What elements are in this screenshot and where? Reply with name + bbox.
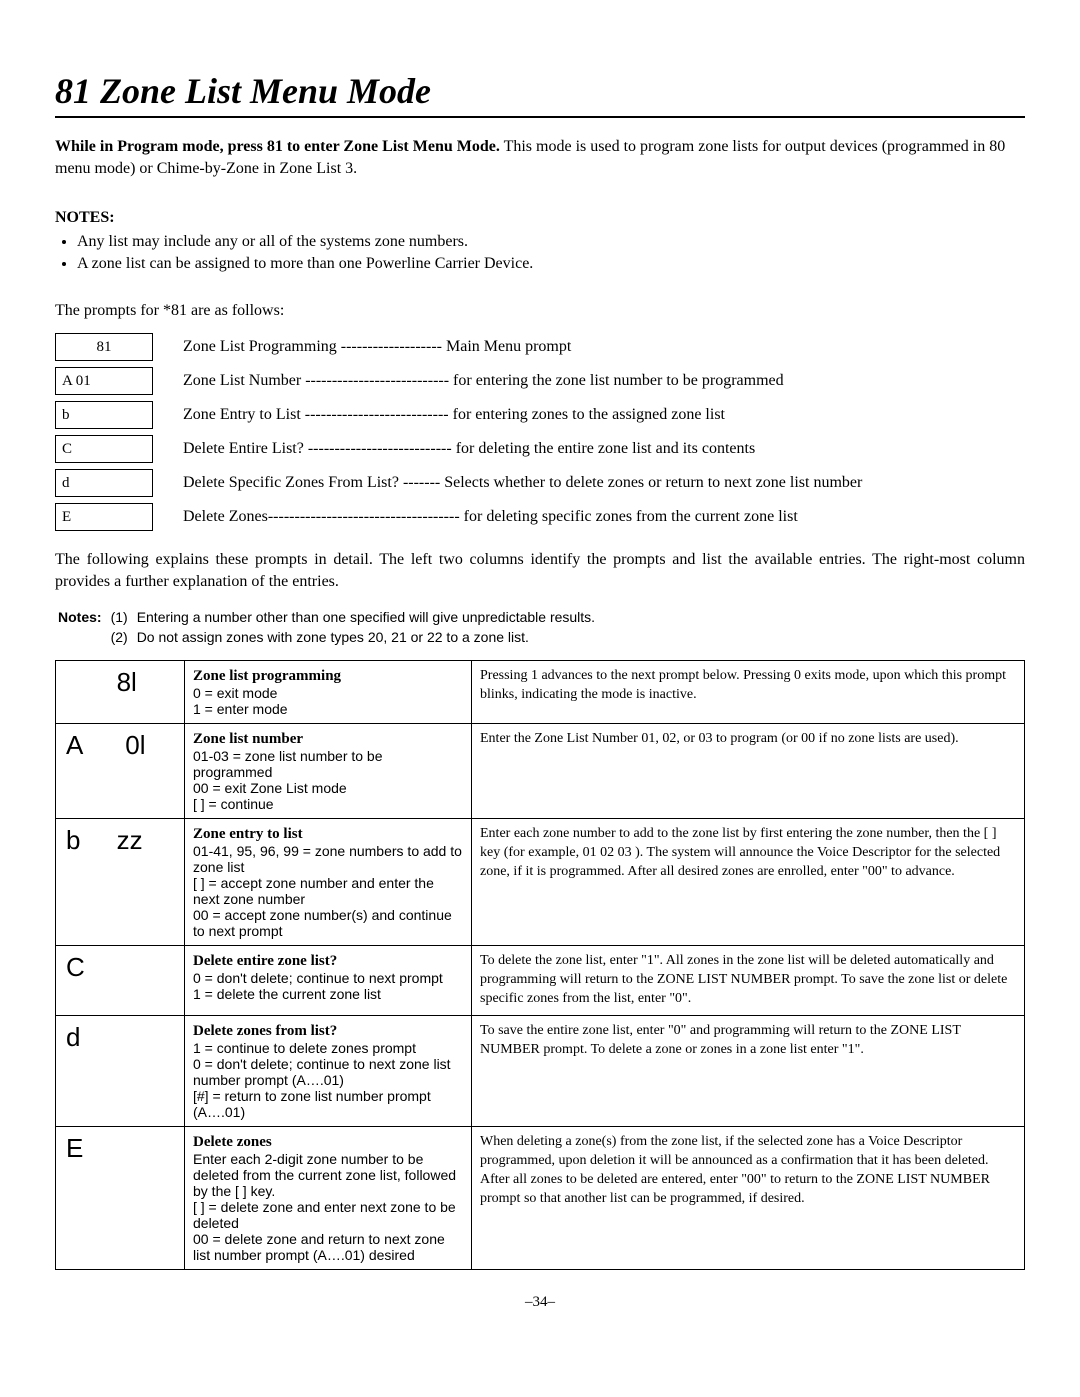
display-cell: A 0l [56,724,185,819]
entries-heading: Zone list number [193,731,303,747]
prompt-summary-table: 81 Zone List Programming ---------------… [55,327,1025,537]
subnotes-block: Notes: (1) Entering a number other than … [55,606,603,648]
entries-line: 0 = exit mode [193,685,277,701]
entries-line: 1 = continue to delete zones prompt [193,1040,416,1056]
entries-heading: Delete zones from list? [193,1023,337,1039]
table-row: b zz Zone entry to list 01-41, 95, 96, 9… [56,819,1025,946]
subnote-text: Do not assign zones with zone types 20, … [136,628,601,646]
page-title: 81 Zone List Menu Mode [55,70,1025,112]
prompt-code: C [55,435,153,463]
prompt-code: d [55,469,153,497]
entries-line: 00 = accept zone number(s) and continue … [193,907,452,939]
explain-cell: To save the entire zone list, enter "0" … [472,1016,1025,1127]
entries-cell: Delete entire zone list? 0 = don't delet… [185,946,472,1016]
prompt-code: b [55,401,153,429]
explain-paragraph: The following explains these prompts in … [55,549,1025,592]
prompt-desc: Delete Zones----------------------------… [153,503,1025,531]
entries-line: 00 = delete zone and return to next zone… [193,1231,445,1263]
page-number: –34– [55,1294,1025,1311]
table-row: E Delete zones Enter each 2-digit zone n… [56,1127,1025,1270]
table-row: 81 Zone List Programming ---------------… [55,333,1025,361]
subnotes-label: Notes: [57,608,108,626]
table-row: C Delete Entire List? ------------------… [55,435,1025,463]
table-row: C Delete entire zone list? 0 = don't del… [56,946,1025,1016]
entries-line: 0 = don't delete; continue to next zone … [193,1056,451,1088]
display-cell: d [56,1016,185,1127]
subnote-num: (1) [110,608,134,626]
table-row: E Delete Zones--------------------------… [55,503,1025,531]
explain-cell: Enter each zone number to add to the zon… [472,819,1025,946]
prompt-desc: Delete Specific Zones From List? -------… [153,469,1025,497]
entries-cell: Delete zones Enter each 2-digit zone num… [185,1127,472,1270]
prompt-desc: Zone List Number -----------------------… [153,367,1025,395]
entries-heading: Zone list programming [193,668,341,684]
display-cell: E [56,1127,185,1270]
prompt-code: E [55,503,153,531]
notes-heading: NOTES: [55,207,1025,229]
entries-line: [ ] = continue [193,796,274,812]
intro-bold: While in Program mode, press 81 to enter… [55,138,500,155]
entries-cell: Delete zones from list? 1 = continue to … [185,1016,472,1127]
entries-line: 1 = delete the current zone list [193,986,381,1002]
entries-line: 01-41, 95, 96, 99 = zone numbers to add … [193,843,462,875]
entries-cell: Zone list number 01-03 = zone list numbe… [185,724,472,819]
table-row: 8l Zone list programming 0 = exit mode 1… [56,661,1025,724]
note-item: Any list may include any or all of the s… [77,231,1025,253]
table-row: b Zone Entry to List -------------------… [55,401,1025,429]
explain-cell: When deleting a zone(s) from the zone li… [472,1127,1025,1270]
intro-paragraph: While in Program mode, press 81 to enter… [55,136,1025,179]
entries-line: [ ] = delete zone and enter next zone to… [193,1199,456,1231]
explain-cell: Enter the Zone List Number 01, 02, or 03… [472,724,1025,819]
entries-line: 00 = exit Zone List mode [193,780,347,796]
subnote-text: Entering a number other than one specifi… [136,608,601,626]
table-row: A 01 Zone List Number ------------------… [55,367,1025,395]
display-cell: 8l [56,661,185,724]
subnote-num: (2) [110,628,134,646]
explain-cell: To delete the zone list, enter "1". All … [472,946,1025,1016]
entries-heading: Delete zones [193,1134,272,1150]
entries-heading: Zone entry to list [193,826,303,842]
prompt-code: 81 [55,333,153,361]
display-cell: b zz [56,819,185,946]
entries-line: 0 = don't delete; continue to next promp… [193,970,443,986]
entries-cell: Zone entry to list 01-41, 95, 96, 99 = z… [185,819,472,946]
table-row: A 0l Zone list number 01-03 = zone list … [56,724,1025,819]
entries-heading: Delete entire zone list? [193,953,337,969]
entries-line: [#] = return to zone list number prompt … [193,1088,431,1120]
table-row: d Delete zones from list? 1 = continue t… [56,1016,1025,1127]
prompt-desc: Delete Entire List? --------------------… [153,435,1025,463]
entries-line: 01-03 = zone list number to be programme… [193,748,383,780]
entries-cell: Zone list programming 0 = exit mode 1 = … [185,661,472,724]
prompt-desc: Zone List Programming ------------------… [153,333,1025,361]
prompt-code: A 01 [55,367,153,395]
display-cell: C [56,946,185,1016]
prompts-lead: The prompts for *81 are as follows: [55,300,1025,322]
title-rule [55,116,1025,118]
entries-line: [ ] = accept zone number and enter the n… [193,875,434,907]
prompt-desc: Zone Entry to List ---------------------… [153,401,1025,429]
entries-line: 1 = enter mode [193,701,288,717]
notes-list: Any list may include any or all of the s… [55,231,1025,276]
detail-table: 8l Zone list programming 0 = exit mode 1… [55,660,1025,1270]
note-item: A zone list can be assigned to more than… [77,253,1025,275]
table-row: d Delete Specific Zones From List? -----… [55,469,1025,497]
entries-line: Enter each 2-digit zone number to be del… [193,1151,456,1199]
explain-cell: Pressing 1 advances to the next prompt b… [472,661,1025,724]
